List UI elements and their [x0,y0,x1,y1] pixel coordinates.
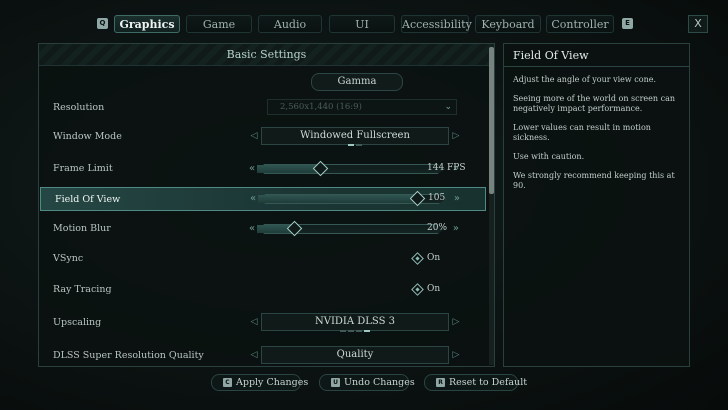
resolution-dropdown[interactable]: 2,560x1,440 (16:9) ⌄ [267,99,457,115]
button-label: Undo Changes [344,377,415,388]
selector-value: Windowed Fullscreen [261,127,449,145]
scrollbar-thumb[interactable] [489,47,494,194]
reset-to-default-button[interactable]: R Reset to Default [424,374,527,391]
description-paragraph: We strongly recommend keeping this at 90… [513,171,675,190]
key-hint: C [223,378,232,387]
toggle-diamond-icon[interactable] [411,252,424,265]
button-label: Apply Changes [236,377,309,388]
slider-increase-icon[interactable]: » [453,222,459,236]
next-tab-key-hint[interactable]: E [622,18,633,29]
undo-changes-button[interactable]: U Undo Changes [319,374,415,391]
slider-fill [257,165,321,173]
setting-row-upscaling[interactable]: Upscaling ◁ NVIDIA DLSS 3 ▷ [39,311,486,335]
setting-value: On [427,284,441,294]
setting-row-motion-blur[interactable]: Motion Blur « » 20% [39,217,486,241]
setting-label: Motion Blur [53,223,111,234]
gamma-button[interactable]: Gamma [311,73,403,91]
setting-label: Resolution [53,102,105,113]
tab-ui[interactable]: UI [329,15,395,33]
arrow-left-icon[interactable]: ◁ [249,316,259,328]
slider-decrease-icon[interactable]: « [250,192,256,206]
upscaling-selector[interactable]: ◁ NVIDIA DLSS 3 ▷ [249,313,461,333]
arrow-right-icon[interactable]: ▷ [451,130,461,142]
slider-increase-icon[interactable]: » [454,192,460,206]
selector-value: Quality [261,346,449,364]
settings-section-title: Basic Settings [226,48,307,61]
setting-row-resolution[interactable]: Resolution 2,560x1,440 (16:9) ⌄ [39,96,486,120]
setting-value: 144 FPS [427,163,466,173]
dropdown-value: 2,560x1,440 (16:9) [280,102,362,112]
description-title: Field Of View [513,49,589,62]
setting-label: Upscaling [53,317,102,328]
description-paragraph: Seeing more of the world on screen can n… [513,94,675,113]
setting-label: Window Mode [53,131,122,142]
option-indicator [249,330,461,332]
slider-decrease-icon[interactable]: « [249,222,255,236]
setting-value: 20% [427,223,448,233]
description-paragraph: Adjust the angle of your view cone. [513,75,657,84]
arrow-left-icon[interactable]: ◁ [249,349,259,361]
description-body: Adjust the angle of your view cone. Seei… [513,75,685,200]
setting-label: VSync [53,253,84,264]
setting-value: 105 [428,193,446,203]
tab-audio[interactable]: Audio [258,15,322,33]
arrow-right-icon[interactable]: ▷ [451,316,461,328]
window-mode-selector[interactable]: ◁ Windowed Fullscreen ▷ [249,127,461,147]
key-hint: U [331,378,340,387]
setting-label: Frame Limit [53,163,113,174]
setting-label: Field Of View [55,194,121,205]
dlss-quality-selector[interactable]: ◁ Quality ▷ [249,346,461,366]
settings-panel: Basic Settings Gamma Resolution 2,560x1,… [38,43,495,367]
tab-keyboard[interactable]: Keyboard [475,15,541,33]
top-nav: Q Graphics Game Audio UI Accessibility K… [0,0,728,40]
setting-row-frame-limit[interactable]: Frame Limit « » 144 FPS [39,157,486,181]
setting-row-vsync[interactable]: VSync On [39,247,486,271]
tab-graphics[interactable]: Graphics [114,15,180,33]
close-button[interactable]: X [688,15,708,33]
apply-changes-button[interactable]: C Apply Changes [211,374,308,391]
description-paragraph: Lower values can result in motion sickne… [513,123,651,142]
tab-game[interactable]: Game [186,15,252,33]
setting-row-field-of-view[interactable]: Field Of View « » 105 [40,187,486,211]
slider-decrease-icon[interactable]: « [249,162,255,176]
tab-accessibility[interactable]: Accessibility [401,15,472,33]
prev-tab-key-hint[interactable]: Q [97,18,108,29]
arrow-left-icon[interactable]: ◁ [249,130,259,142]
setting-row-ray-tracing[interactable]: Ray Tracing On [39,278,486,302]
description-paragraph: Use with caution. [513,152,585,161]
setting-label: Ray Tracing [53,284,112,295]
setting-label: DLSS Super Resolution Quality [53,350,204,361]
selector-value: NVIDIA DLSS 3 [261,313,449,331]
toggle-diamond-icon[interactable] [411,283,424,296]
description-panel: Field Of View Adjust the angle of your v… [503,43,690,367]
setting-row-window-mode[interactable]: Window Mode ◁ Windowed Fullscreen ▷ [39,125,486,149]
chevron-down-icon: ⌄ [444,102,452,112]
slider-fill [258,195,418,203]
divider [504,66,689,67]
button-label: Reset to Default [449,377,528,388]
setting-row-dlss-quality[interactable]: DLSS Super Resolution Quality ◁ Quality … [39,344,486,366]
arrow-right-icon[interactable]: ▷ [451,349,461,361]
option-indicator [249,144,461,146]
setting-value: On [427,253,441,263]
tab-controller[interactable]: Controller [546,15,614,33]
key-hint: R [436,378,445,387]
